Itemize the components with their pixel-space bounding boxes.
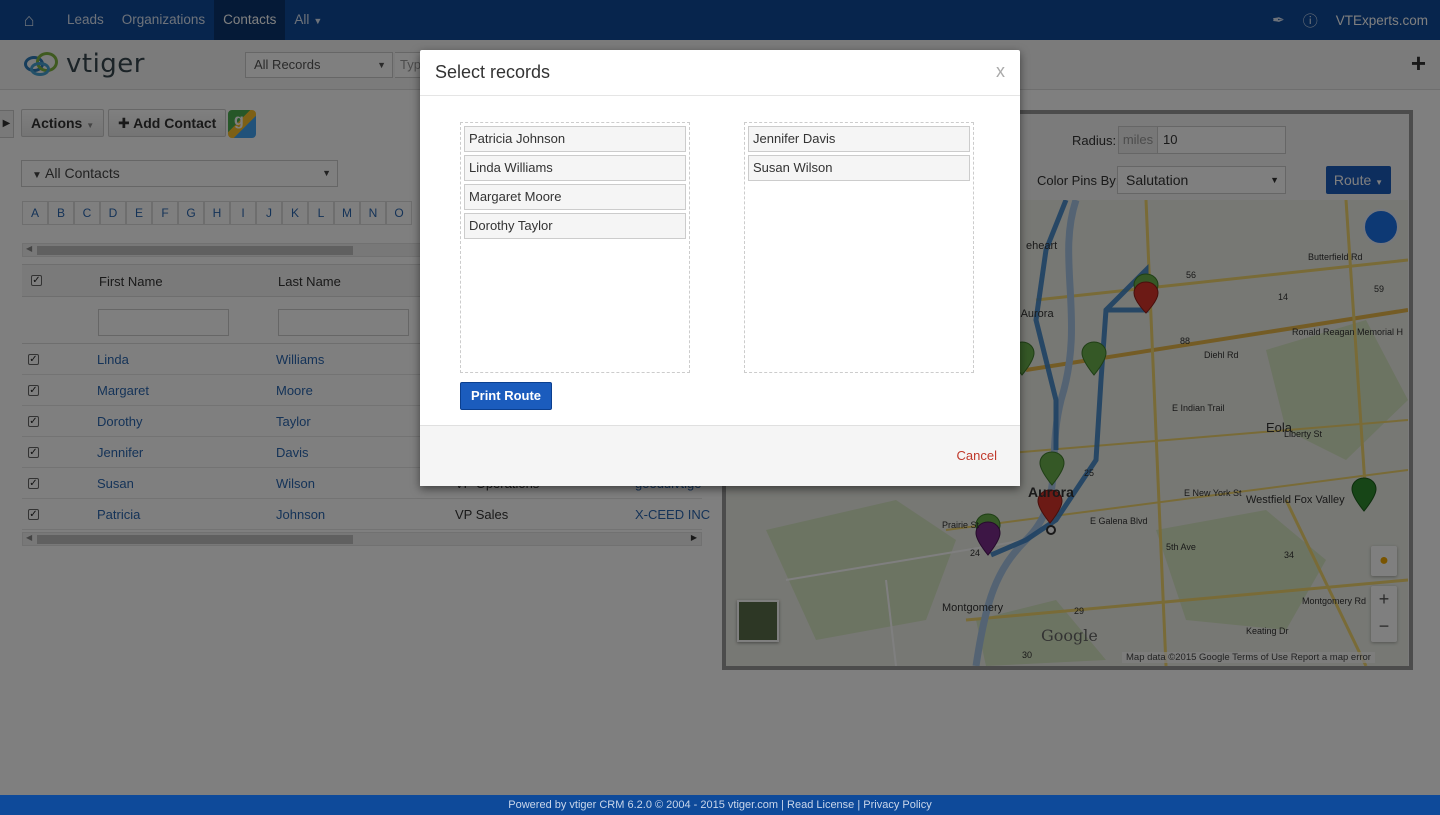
page-footer: Powered by vtiger CRM 6.2.0 © 2004 - 201… xyxy=(0,795,1440,815)
list-item[interactable]: Linda Williams xyxy=(464,155,686,181)
list-item[interactable]: Susan Wilson xyxy=(748,155,970,181)
available-records-list[interactable]: Patricia Johnson Linda Williams Margaret… xyxy=(460,122,690,373)
selected-records-list[interactable]: Jennifer Davis Susan Wilson xyxy=(744,122,974,373)
list-item[interactable]: Patricia Johnson xyxy=(464,126,686,152)
list-item[interactable]: Dorothy Taylor xyxy=(464,213,686,239)
modal-title: Select records xyxy=(435,62,551,82)
list-item[interactable]: Jennifer Davis xyxy=(748,126,970,152)
modal-footer: Cancel xyxy=(420,425,1020,486)
select-records-modal: Select records x Patricia Johnson Linda … xyxy=(420,50,1020,486)
close-icon[interactable]: x xyxy=(996,61,1005,82)
list-item[interactable]: Margaret Moore xyxy=(464,184,686,210)
cancel-button[interactable]: Cancel xyxy=(957,448,997,463)
print-route-button[interactable]: Print Route xyxy=(460,382,552,410)
modal-header: Select records x xyxy=(420,50,1020,96)
